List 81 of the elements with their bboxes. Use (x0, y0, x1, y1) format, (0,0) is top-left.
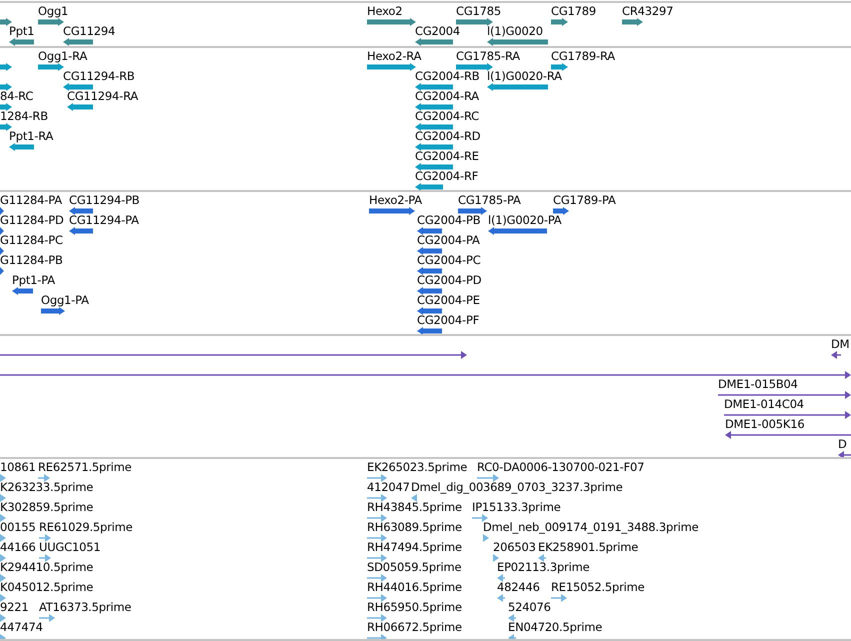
feature-label: K045012.5prime (0, 580, 94, 594)
feature-label: CG2004-RB (415, 68, 480, 83)
feature-label: l(1)G0020-PA (488, 212, 562, 227)
feature-label: SD05059.5prime (367, 560, 462, 574)
feature-label: CG1785-RA (456, 48, 520, 63)
feature-label: G11284-PA (0, 192, 62, 207)
feature-label: CG2004-PD (417, 272, 482, 287)
feature-label: Hexo2 (367, 4, 402, 18)
feature-label: CG2004-RD (415, 128, 480, 143)
feature-label: CG2004 (415, 24, 460, 38)
feature-label: RH47494.5prime (367, 540, 462, 554)
feature-label: CG2004-PB (417, 212, 480, 227)
feature-label: 447474 (0, 620, 43, 634)
feature-label: CG2004-RC (415, 108, 480, 123)
feature-label: l(1)G0020-RA (487, 68, 562, 83)
feature-label: Ppt1-RA (9, 128, 54, 143)
feature-label: DME1-005K16 (725, 416, 804, 430)
feature-label: 9221 (0, 600, 28, 614)
feature-label: CG2004-PF (417, 312, 480, 327)
feature-label: 206503 (493, 540, 536, 554)
feature-label: CG11294-RA (67, 88, 138, 103)
feature-label: RH63089.5prime (367, 520, 462, 534)
feature-label: K263233.5prime (0, 480, 94, 494)
feature-label: CG1789 (551, 4, 596, 18)
feature-label: CG2004-PE (417, 292, 480, 307)
feature-label: RE62571.5prime (38, 460, 132, 474)
feature-label: CG2004-PA (417, 232, 480, 247)
feature-label: 10861 (0, 460, 36, 474)
feature-label: AT16373.5prime (39, 600, 132, 614)
feature-label: RE61029.5prime (39, 520, 133, 534)
feature-label: CG1789-RA (551, 48, 615, 63)
feature-label: 84-RC (0, 88, 34, 103)
feature-label: Dmel_dig_003689_0703_3237.3prime (411, 480, 623, 494)
feature-label: DME1-014C04 (724, 396, 804, 410)
feature-label: 412047 (367, 480, 410, 494)
feature-label: EK265023.5prime (367, 460, 468, 474)
feature-label: 524076 (508, 600, 551, 614)
feature-label: CG1789-PA (553, 192, 616, 207)
feature-label: Hexo2-PA (369, 192, 422, 207)
feature-label: CR43297 (622, 4, 674, 18)
feature-label: CG11294 (63, 24, 116, 38)
feature-label: 1284-RB (0, 108, 48, 123)
feature-label: G11284-PD (0, 212, 64, 227)
feature-label: UUGC1051 (39, 540, 100, 554)
feature-label: Ogg1-RA (38, 48, 88, 63)
feature-label: 44166 (0, 540, 36, 554)
feature-label: K302859.5prime (0, 500, 94, 514)
feature-label: CG2004-PC (417, 252, 481, 267)
feature-label: Hexo2-RA (367, 48, 422, 63)
feature-label: K294410.5prime (0, 560, 94, 574)
feature-label: D (838, 436, 847, 450)
feature-label: RH44016.5prime (367, 580, 462, 594)
feature-label: DME1-015B04 (718, 376, 798, 390)
feature-label: CG1785 (456, 4, 502, 18)
feature-label: Ppt1 (9, 24, 34, 38)
feature-label: G11284-PB (0, 252, 63, 267)
feature-label: CG1785-PA (458, 192, 521, 207)
feature-label: Dmel_neb_009174_0191_3488.3prime (483, 520, 698, 534)
feature-label: CG11294-PB (69, 192, 140, 207)
feature-label: CG2004-RA (415, 88, 479, 103)
feature-label: Ogg1-PA (41, 292, 89, 307)
feature-label: DM (831, 336, 850, 350)
feature-label: EP02113.3prime (497, 560, 590, 574)
feature-label: CG11294-PA (69, 212, 139, 227)
feature-label: EK258901.5prime (538, 540, 638, 554)
feature-label: RH06672.5prime (367, 620, 462, 634)
feature-label: EN04720.5prime (508, 620, 602, 634)
feature-label: G11284-PC (0, 232, 63, 247)
feature-label: RH43845.5prime (367, 500, 462, 514)
feature-label: CG2004-RF (415, 168, 478, 183)
feature-label: CG11294-RB (63, 68, 135, 83)
feature-label: RH65950.5prime (367, 600, 462, 614)
feature-label: IP15133.3prime (472, 500, 561, 514)
feature-label: Ppt1-PA (12, 272, 55, 287)
feature-label: RE15052.5prime (551, 580, 645, 594)
feature-label: 482446 (497, 580, 540, 594)
feature-label: l(1)G0020 (487, 24, 543, 38)
feature-label: Ogg1 (38, 4, 68, 18)
feature-label: 00155 (0, 520, 36, 534)
feature-label: RC0-DA0006-130700-021-F07 (477, 460, 644, 474)
feature-label: CG2004-RE (415, 148, 479, 163)
